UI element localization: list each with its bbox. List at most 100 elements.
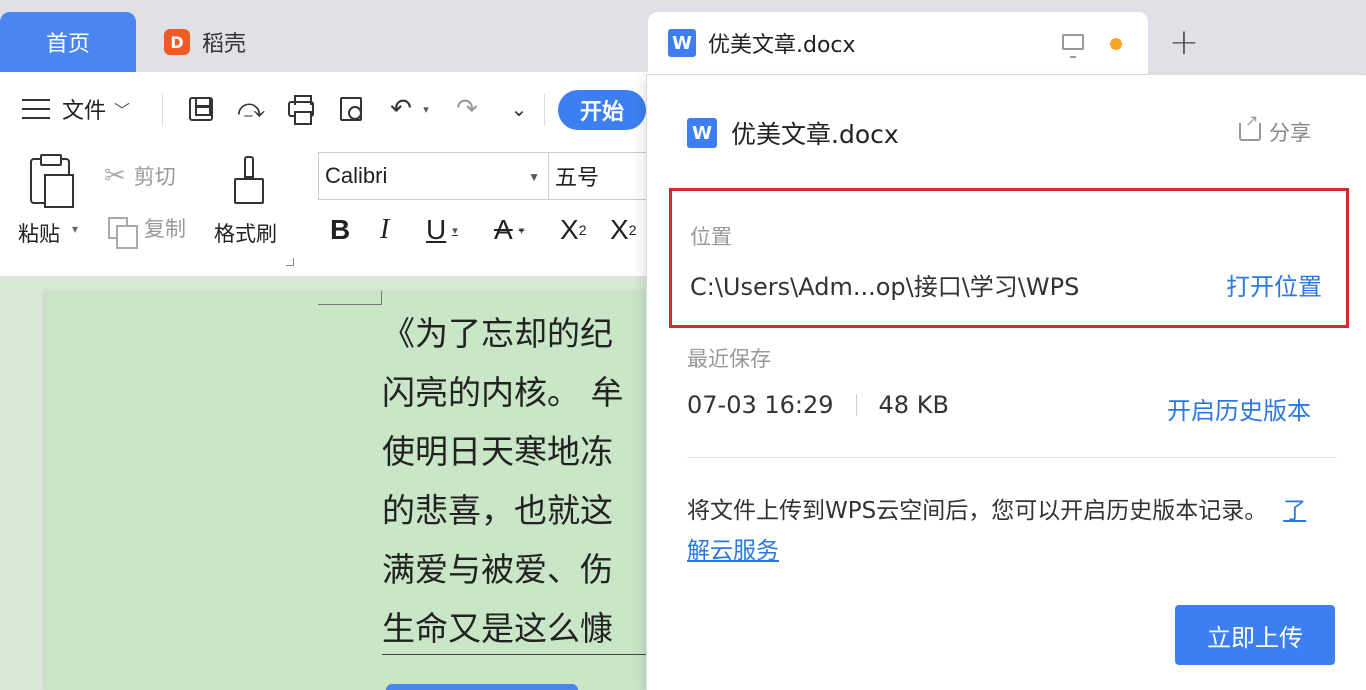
wps-writer-icon: W [687, 118, 717, 148]
document-line: 使明日天寒地冻 [382, 432, 613, 471]
font-size-select[interactable]: 五号 [548, 152, 648, 200]
ribbon-start-group: 粘贴 ▾ ✂ 剪切 复制 格式刷 Calibri ▼ 五号 B I U ▾ A ▾ … [0, 146, 648, 276]
bold-icon: B [330, 214, 351, 245]
text-underline [382, 654, 648, 655]
share-icon [1239, 111, 1261, 141]
unsaved-dot-indicator [1110, 38, 1122, 50]
location-highlight-box: 位置 C:\Users\Adm...op\接口\学习\WPS 打开位置 [669, 188, 1349, 328]
cut-button[interactable]: ✂ 剪切 [104, 160, 176, 192]
strikethrough-icon: A [494, 214, 513, 245]
scissors-icon: ✂ [104, 161, 126, 191]
italic-button[interactable]: I [380, 206, 389, 254]
tab-daoke[interactable]: D 稻壳 [150, 12, 630, 72]
daoke-logo-icon: D [164, 29, 190, 55]
subscript-button[interactable]: X2 [610, 206, 636, 254]
chevron-down-icon: ⌄ [510, 97, 528, 121]
upload-hint-text: 将文件上传到WPS云空间后，您可以开启历史版本记录。 [687, 498, 1268, 524]
print-preview-button[interactable] [334, 92, 368, 126]
document-line: 的悲喜，也就这 [382, 491, 613, 530]
print-icon [288, 95, 314, 125]
document-line: 《为了忘却的纪 [382, 314, 613, 353]
underline-icon: U [426, 214, 447, 245]
paste-dropdown-icon[interactable]: ▾ [72, 222, 78, 236]
file-menu-label: 文件 [62, 99, 107, 124]
panel-header: W 优美文章.docx [687, 115, 899, 151]
save-as-icon: ⤼ [237, 94, 265, 124]
redo-button[interactable]: ↷ [450, 92, 484, 126]
file-info-panel: W 优美文章.docx 分享 位置 C:\Users\Adm...op\接口\学… [646, 74, 1366, 690]
save-icon [189, 97, 213, 121]
document-text[interactable]: 《为了忘却的纪 闪亮的内核。 牟 使明日天寒地冻 的悲喜，也就这 满爱与被爱、伤… [382, 304, 648, 658]
tab-document-label: 优美文章.docx [708, 33, 856, 58]
recent-save-row: 07-03 16:29 48 KB [687, 391, 949, 419]
superscript-button[interactable]: X2 [560, 206, 586, 254]
subscript-icon: X [610, 214, 629, 245]
file-menu-button[interactable]: 文件 ﹀ [22, 90, 130, 128]
new-tab-button[interactable]: + [1166, 20, 1202, 64]
redo-icon: ↷ [456, 94, 478, 124]
tab-document[interactable]: W 优美文章.docx [648, 12, 1148, 74]
copy-label: 复制 [144, 217, 186, 241]
font-name-value: Calibri [325, 163, 388, 188]
document-line: 闪亮的内核。 牟 [382, 373, 624, 412]
document-line: 满爱与被爱、伤 [382, 550, 613, 589]
divider [162, 94, 163, 126]
divider [855, 394, 857, 416]
bold-button[interactable]: B [330, 206, 350, 254]
superscript-exponent: 2 [578, 222, 587, 238]
superscript-icon: X [560, 214, 579, 245]
font-name-select[interactable]: Calibri ▼ [318, 152, 548, 200]
divider [544, 94, 545, 126]
saved-time: 07-03 16:29 [687, 391, 834, 419]
panel-file-name: 优美文章.docx [731, 120, 899, 149]
brush-icon[interactable] [234, 156, 264, 206]
save-as-button[interactable]: ⤼ [234, 92, 268, 126]
tab-home-label: 首页 [45, 32, 90, 57]
print-button[interactable] [284, 92, 318, 126]
floating-button[interactable] [386, 684, 578, 690]
undo-dropdown[interactable]: ▾ [416, 92, 436, 126]
chevron-down-icon: ▼ [528, 170, 540, 184]
file-size: 48 KB [878, 391, 949, 419]
save-button[interactable] [184, 92, 218, 126]
recent-save-label: 最近保存 [687, 347, 771, 371]
upload-now-button[interactable]: 立即上传 [1175, 605, 1335, 665]
margin-marker [318, 291, 382, 305]
print-preview-icon [340, 97, 362, 121]
strikethrough-button[interactable]: A ▾ [494, 206, 524, 254]
tab-daoke-label: 稻壳 [202, 32, 247, 57]
customize-quick-access-button[interactable]: ⌄ [502, 92, 536, 126]
open-location-link[interactable]: 打开位置 [1226, 267, 1322, 302]
paste-icon[interactable] [30, 154, 74, 208]
undo-button[interactable]: ↶ [384, 92, 418, 126]
share-button[interactable]: 分享 [1239, 111, 1311, 147]
italic-icon: I [380, 214, 390, 245]
ribbon-toolbar: 文件 ﹀ ⤼ ↶ ▾ ↷ ⌄ 开始 粘贴 ▾ ✂ 剪切 复制 格式刷 Calib… [0, 72, 648, 277]
copy-button[interactable]: 复制 [104, 212, 186, 249]
subscript-exponent: 2 [628, 222, 637, 238]
hamburger-icon [22, 99, 50, 119]
chevron-down-icon[interactable]: ▾ [452, 224, 458, 237]
quick-access-row: 文件 ﹀ ⤼ ↶ ▾ ↷ ⌄ 开始 [0, 72, 648, 146]
enable-history-link[interactable]: 开启历史版本 [1167, 391, 1311, 426]
divider [687, 457, 1337, 458]
undo-icon: ↶ [390, 94, 412, 124]
chevron-down-icon: ﹀ [114, 101, 131, 120]
document-line: 生命又是这么慷 [382, 609, 613, 648]
location-label: 位置 [690, 225, 732, 249]
underline-button[interactable]: U ▾ [426, 206, 458, 254]
tab-start[interactable]: 开始 [558, 90, 646, 130]
format-painter-button[interactable]: 格式刷 [214, 218, 277, 248]
share-label: 分享 [1269, 121, 1311, 145]
tab-bar: 首页 D 稻壳 W 优美文章.docx + [0, 0, 1366, 74]
paste-button[interactable]: 粘贴 [18, 218, 60, 248]
copy-icon [108, 217, 138, 249]
font-size-value: 五号 [555, 166, 600, 191]
wps-writer-icon: W [668, 29, 696, 57]
location-path: C:\Users\Adm...op\接口\学习\WPS [690, 273, 1080, 301]
tab-home[interactable]: 首页 [0, 12, 136, 72]
clipboard-dialog-launcher[interactable] [286, 258, 294, 266]
upload-hint: 将文件上传到WPS云空间后，您可以开启历史版本记录。 了解云服务 [687, 491, 1327, 571]
chevron-down-icon[interactable]: ▾ [519, 224, 525, 237]
screen-icon[interactable] [1062, 34, 1084, 58]
